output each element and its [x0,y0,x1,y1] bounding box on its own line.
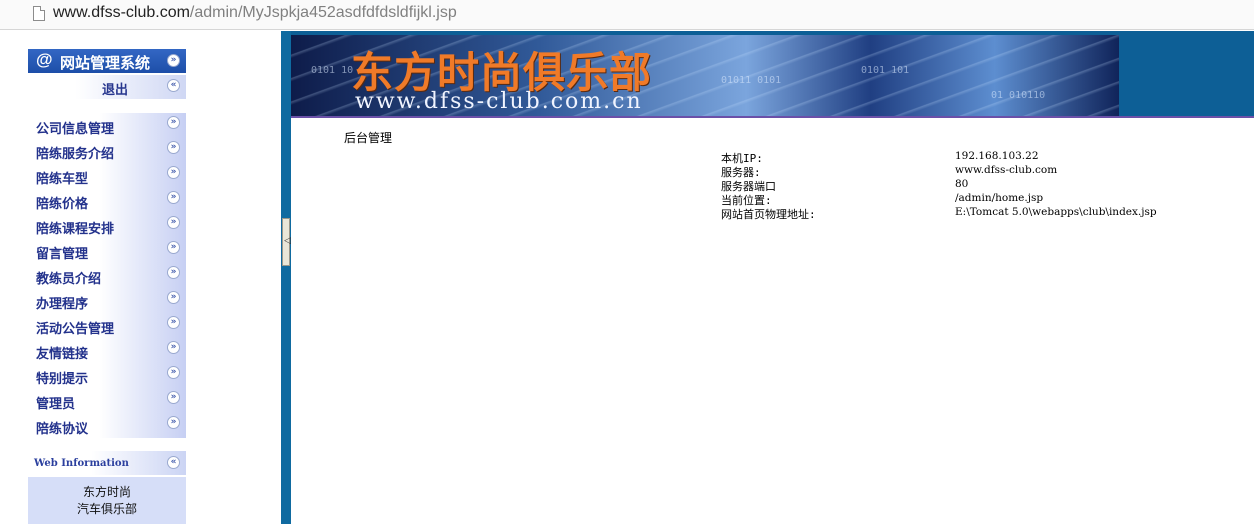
chevron-down-icon[interactable]: » [167,241,180,254]
web-info-panel: 东方时尚 汽车俱乐部 [28,477,186,524]
logout-row[interactable]: 退出 « [28,75,186,99]
menu-item-administrators[interactable]: 管理员 » [28,388,186,413]
at-icon: @ [36,50,53,69]
chevron-down-icon[interactable]: » [167,54,180,67]
banner-binary-text: 0101 10 [311,65,354,76]
menu-item-company-info[interactable]: 公司信息管理 » [28,113,186,138]
banner-binary-text: 0101 101 [861,65,910,76]
menu-item-label[interactable]: 陪练服务介绍 [36,143,114,162]
chevron-down-icon[interactable]: » [167,366,180,379]
info-key: 网站首页物理地址: [721,208,816,221]
info-value: E:\Tomcat 5.0\webapps\club\index.jsp [955,206,1157,218]
banner-binary-text: 01011 0101 [721,75,782,86]
url-host: www.dfss-club.com [53,4,190,21]
admin-sidebar: @ 网站管理系统 » 退出 « 公司信息管理 » 陪练服务介绍 » 陪练车型 » 陪练… [0,31,281,524]
brand-title: 网站管理系统 [60,54,151,72]
chevron-left-icon[interactable]: « [167,79,180,92]
logout-link[interactable]: 退出 [102,79,128,98]
menu-item-prices[interactable]: 陪练价格 » [28,188,186,213]
banner-binary-text: 01 010110 [991,90,1046,101]
menu-item-friend-links[interactable]: 友情链接 » [28,338,186,363]
menu-item-special-notice[interactable]: 特别提示 » [28,363,186,388]
info-value: /admin/home.jsp [955,192,1044,204]
collapse-sidebar-handle[interactable]: ◁ [282,218,291,266]
web-info-line: 汽车俱乐部 [76,502,137,516]
menu-item-label[interactable]: 陪练课程安排 [36,218,114,237]
menu-item-instructors[interactable]: 教练员介绍 » [28,263,186,288]
chevron-down-icon[interactable]: » [167,216,180,229]
web-info-header[interactable]: Web Information « [28,451,186,475]
menu-item-label[interactable]: 教练员介绍 [36,268,101,287]
menu-item-procedures[interactable]: 办理程序 » [28,288,186,313]
banner-divider [291,116,1254,118]
menu-item-label[interactable]: 留言管理 [36,243,88,262]
menu-item-label[interactable]: 陪练价格 [36,193,88,212]
info-value: 80 [955,178,969,190]
chevron-down-icon[interactable]: » [167,191,180,204]
web-info-line: 东方时尚 [82,485,131,499]
chevron-down-icon[interactable]: » [167,266,180,279]
page-icon [33,6,45,21]
web-info-title: Web Information [34,458,129,469]
browser-address-bar[interactable]: www.dfss-club.com/admin/MyJspkja452asdfd… [0,0,1254,30]
menu-item-label[interactable]: 活动公告管理 [36,318,114,337]
chevron-down-icon[interactable]: » [167,291,180,304]
menu-item-label[interactable]: 特别提示 [36,368,88,387]
menu-item-car-models[interactable]: 陪练车型 » [28,163,186,188]
info-value: www.dfss-club.com [955,164,1058,176]
url-text[interactable]: www.dfss-club.com/admin/MyJspkja452asdfd… [53,4,457,22]
chevron-down-icon[interactable]: » [167,416,180,429]
menu-item-label[interactable]: 办理程序 [36,293,88,312]
menu-item-agreement[interactable]: 陪练协议 » [28,413,186,438]
banner-site-url: www.dfss-club.com.cn [355,89,643,114]
menu-item-announcements[interactable]: 活动公告管理 » [28,313,186,338]
menu-item-label[interactable]: 管理员 [36,393,75,412]
chevron-down-icon[interactable]: » [167,141,180,154]
menu-item-label[interactable]: 陪练车型 [36,168,88,187]
chevron-down-icon[interactable]: » [167,116,180,129]
chevron-down-icon[interactable]: » [167,391,180,404]
info-value: 192.168.103.22 [955,150,1039,162]
menu-item-label[interactable]: 陪练协议 [36,418,88,437]
chevron-down-icon[interactable]: » [167,166,180,179]
site-banner: 0101 10 01011 0101 0101 101 01 010110 东方… [291,35,1119,116]
menu-item-service-intro[interactable]: 陪练服务介绍 » [28,138,186,163]
brand-header: @ 网站管理系统 » [28,49,186,73]
page-title: 后台管理 [344,131,393,145]
menu-item-label[interactable]: 公司信息管理 [36,118,114,137]
frame-splitter[interactable] [281,31,291,524]
chevron-left-icon[interactable]: « [167,456,180,469]
menu-item-course-schedule[interactable]: 陪练课程安排 » [28,213,186,238]
menu-item-messages[interactable]: 留言管理 » [28,238,186,263]
url-path: /admin/MyJspkja452asdfdfdsldfijkl.jsp [189,4,457,21]
collapse-arrow-icon: ◁ [284,236,291,246]
chevron-down-icon[interactable]: » [167,341,180,354]
chevron-down-icon[interactable]: » [167,316,180,329]
menu-item-label[interactable]: 友情链接 [36,343,88,362]
admin-menu: 公司信息管理 » 陪练服务介绍 » 陪练车型 » 陪练价格 » 陪练课程安排 » 留言管理… [28,113,186,438]
